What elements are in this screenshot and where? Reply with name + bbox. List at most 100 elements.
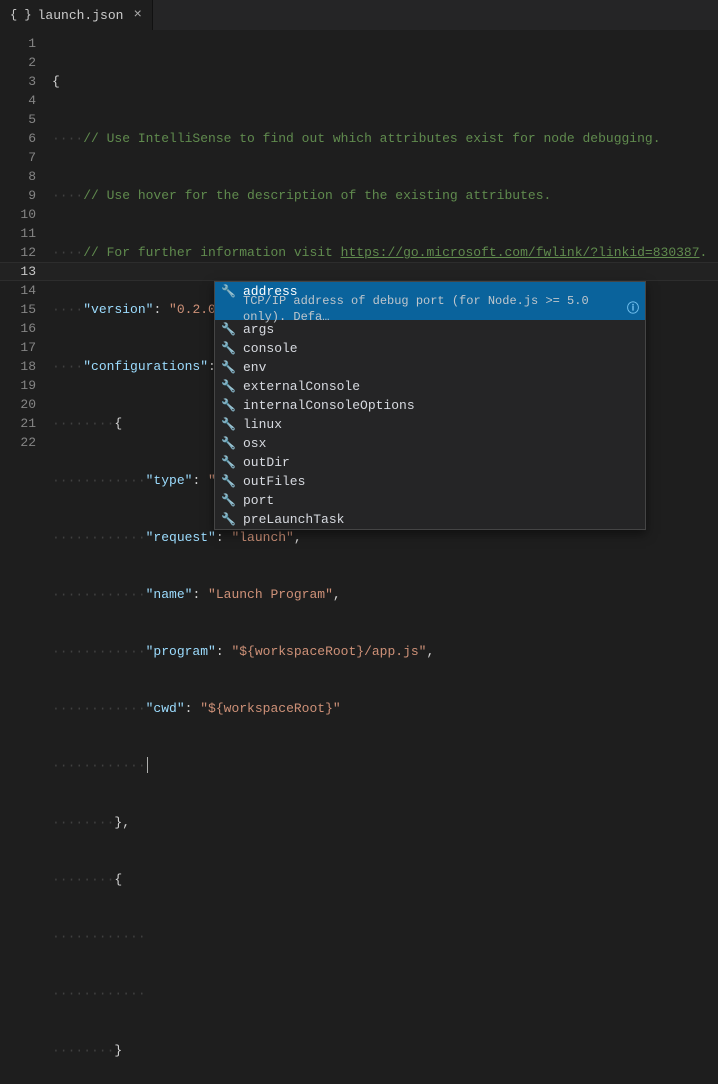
close-icon[interactable]: × <box>133 7 141 23</box>
line-number: 19 <box>0 376 36 395</box>
suggest-label: linux <box>243 417 282 432</box>
brace: { <box>114 872 122 887</box>
url-link[interactable]: https://go.microsoft.com/fwlink/?linkid=… <box>341 245 700 260</box>
wrench-icon: 🔧 <box>221 455 235 470</box>
wrench-icon: 🔧 <box>221 322 235 337</box>
whitespace: ············ <box>52 758 146 773</box>
line-number: 17 <box>0 338 36 357</box>
text-cursor <box>147 757 148 773</box>
whitespace: ············ <box>52 986 146 1001</box>
whitespace: ············ <box>52 530 146 545</box>
json-string: "${workspaceRoot}" <box>200 701 340 716</box>
line-number: 11 <box>0 224 36 243</box>
line-number: 8 <box>0 167 36 186</box>
suggest-label: console <box>243 341 298 356</box>
json-key: "request" <box>146 530 216 545</box>
suggest-item[interactable]: 🔧 preLaunchTask <box>215 510 645 529</box>
json-key: "type" <box>146 473 193 488</box>
editor[interactable]: 12345678910111213141516171819202122 { ··… <box>0 30 718 542</box>
line-number: 5 <box>0 110 36 129</box>
suggest-item[interactable]: 🔧 outFiles <box>215 472 645 491</box>
whitespace: ············ <box>52 587 146 602</box>
json-key: "program" <box>146 644 216 659</box>
wrench-icon: 🔧 <box>221 341 235 356</box>
wrench-icon: 🔧 <box>221 398 235 413</box>
whitespace: ···· <box>52 131 83 146</box>
whitespace: ···· <box>52 188 83 203</box>
suggest-label: outDir <box>243 455 290 470</box>
whitespace: ···· <box>52 359 83 374</box>
wrench-icon: 🔧 <box>221 512 235 527</box>
suggest-item[interactable]: 🔧port <box>215 491 645 510</box>
json-key: "name" <box>146 587 193 602</box>
line-number: 7 <box>0 148 36 167</box>
wrench-icon: 🔧 <box>221 284 235 299</box>
wrench-icon: 🔧 <box>221 360 235 375</box>
whitespace: ············ <box>52 701 146 716</box>
suggest-label: port <box>243 493 274 508</box>
line-number: 14 <box>0 281 36 300</box>
brace: { <box>114 416 122 431</box>
whitespace: ···· <box>52 245 83 260</box>
line-number: 10 <box>0 205 36 224</box>
whitespace: ········ <box>52 872 114 887</box>
suggest-label: outFiles <box>243 474 305 489</box>
tab-title: launch.json <box>38 8 124 23</box>
suggest-item[interactable]: 🔧 outDir <box>215 453 645 472</box>
suggest-item[interactable]: 🔧 env <box>215 358 645 377</box>
suggest-label: externalConsole <box>243 379 360 394</box>
line-number: 21 <box>0 414 36 433</box>
json-key: "configurations" <box>83 359 208 374</box>
info-icon[interactable]: ⓘ <box>627 301 639 317</box>
whitespace: ············ <box>52 644 146 659</box>
whitespace: ············ <box>52 473 146 488</box>
json-key: "cwd" <box>146 701 185 716</box>
json-string: "launch" <box>231 530 293 545</box>
comment: // For further information visit <box>83 245 340 260</box>
suggest-detail-text: TCP/IP address of debug port (for Node.j… <box>243 293 627 325</box>
whitespace: ········ <box>52 416 114 431</box>
intellisense-popup[interactable]: 🔧addressTCP/IP address of debug port (fo… <box>214 281 646 530</box>
line-number-gutter: 12345678910111213141516171819202122 <box>0 30 52 542</box>
wrench-icon: 🔧 <box>221 417 235 432</box>
line-number: 18 <box>0 357 36 376</box>
suggest-item[interactable]: 🔧 linux <box>215 415 645 434</box>
wrench-icon: 🔧 <box>221 436 235 451</box>
tab-launch-json[interactable]: { } launch.json × <box>0 0 153 30</box>
line-number: 1 <box>0 34 36 53</box>
json-string: "${workspaceRoot}/app.js" <box>231 644 426 659</box>
line-number: 2 <box>0 53 36 72</box>
suggest-item[interactable]: 🔧 internalConsoleOptions <box>215 396 645 415</box>
brace: { <box>52 74 60 89</box>
comment: // Use hover for the description of the … <box>83 188 551 203</box>
suggest-item[interactable]: 🔧 console <box>215 339 645 358</box>
tab-bar: { } launch.json × <box>0 0 718 30</box>
brace: }, <box>114 815 130 830</box>
line-number: 15 <box>0 300 36 319</box>
json-key: "version" <box>83 302 153 317</box>
whitespace: ············ <box>52 929 146 944</box>
wrench-icon: 🔧 <box>221 379 235 394</box>
line-number: 12 <box>0 243 36 262</box>
json-string: "Launch Program" <box>208 587 333 602</box>
suggest-label: osx <box>243 436 266 451</box>
json-file-icon: { } <box>10 8 32 22</box>
suggest-label: args <box>243 322 274 337</box>
whitespace: ········ <box>52 1043 114 1058</box>
line-number: 13 <box>0 262 36 281</box>
line-number: 16 <box>0 319 36 338</box>
brace: } <box>114 1043 122 1058</box>
suggest-label: env <box>243 360 266 375</box>
comment: // Use IntelliSense to find out which at… <box>83 131 660 146</box>
line-number: 9 <box>0 186 36 205</box>
suggest-label: preLaunchTask <box>243 512 344 527</box>
line-number: 3 <box>0 72 36 91</box>
line-number: 6 <box>0 129 36 148</box>
line-number: 4 <box>0 91 36 110</box>
whitespace: ········ <box>52 815 114 830</box>
wrench-icon: 🔧 <box>221 474 235 489</box>
suggest-item[interactable]: 🔧 externalConsole <box>215 377 645 396</box>
suggest-item-detail: TCP/IP address of debug port (for Node.j… <box>215 301 645 320</box>
suggest-item[interactable]: 🔧 osx <box>215 434 645 453</box>
suggest-label: internalConsoleOptions <box>243 398 415 413</box>
